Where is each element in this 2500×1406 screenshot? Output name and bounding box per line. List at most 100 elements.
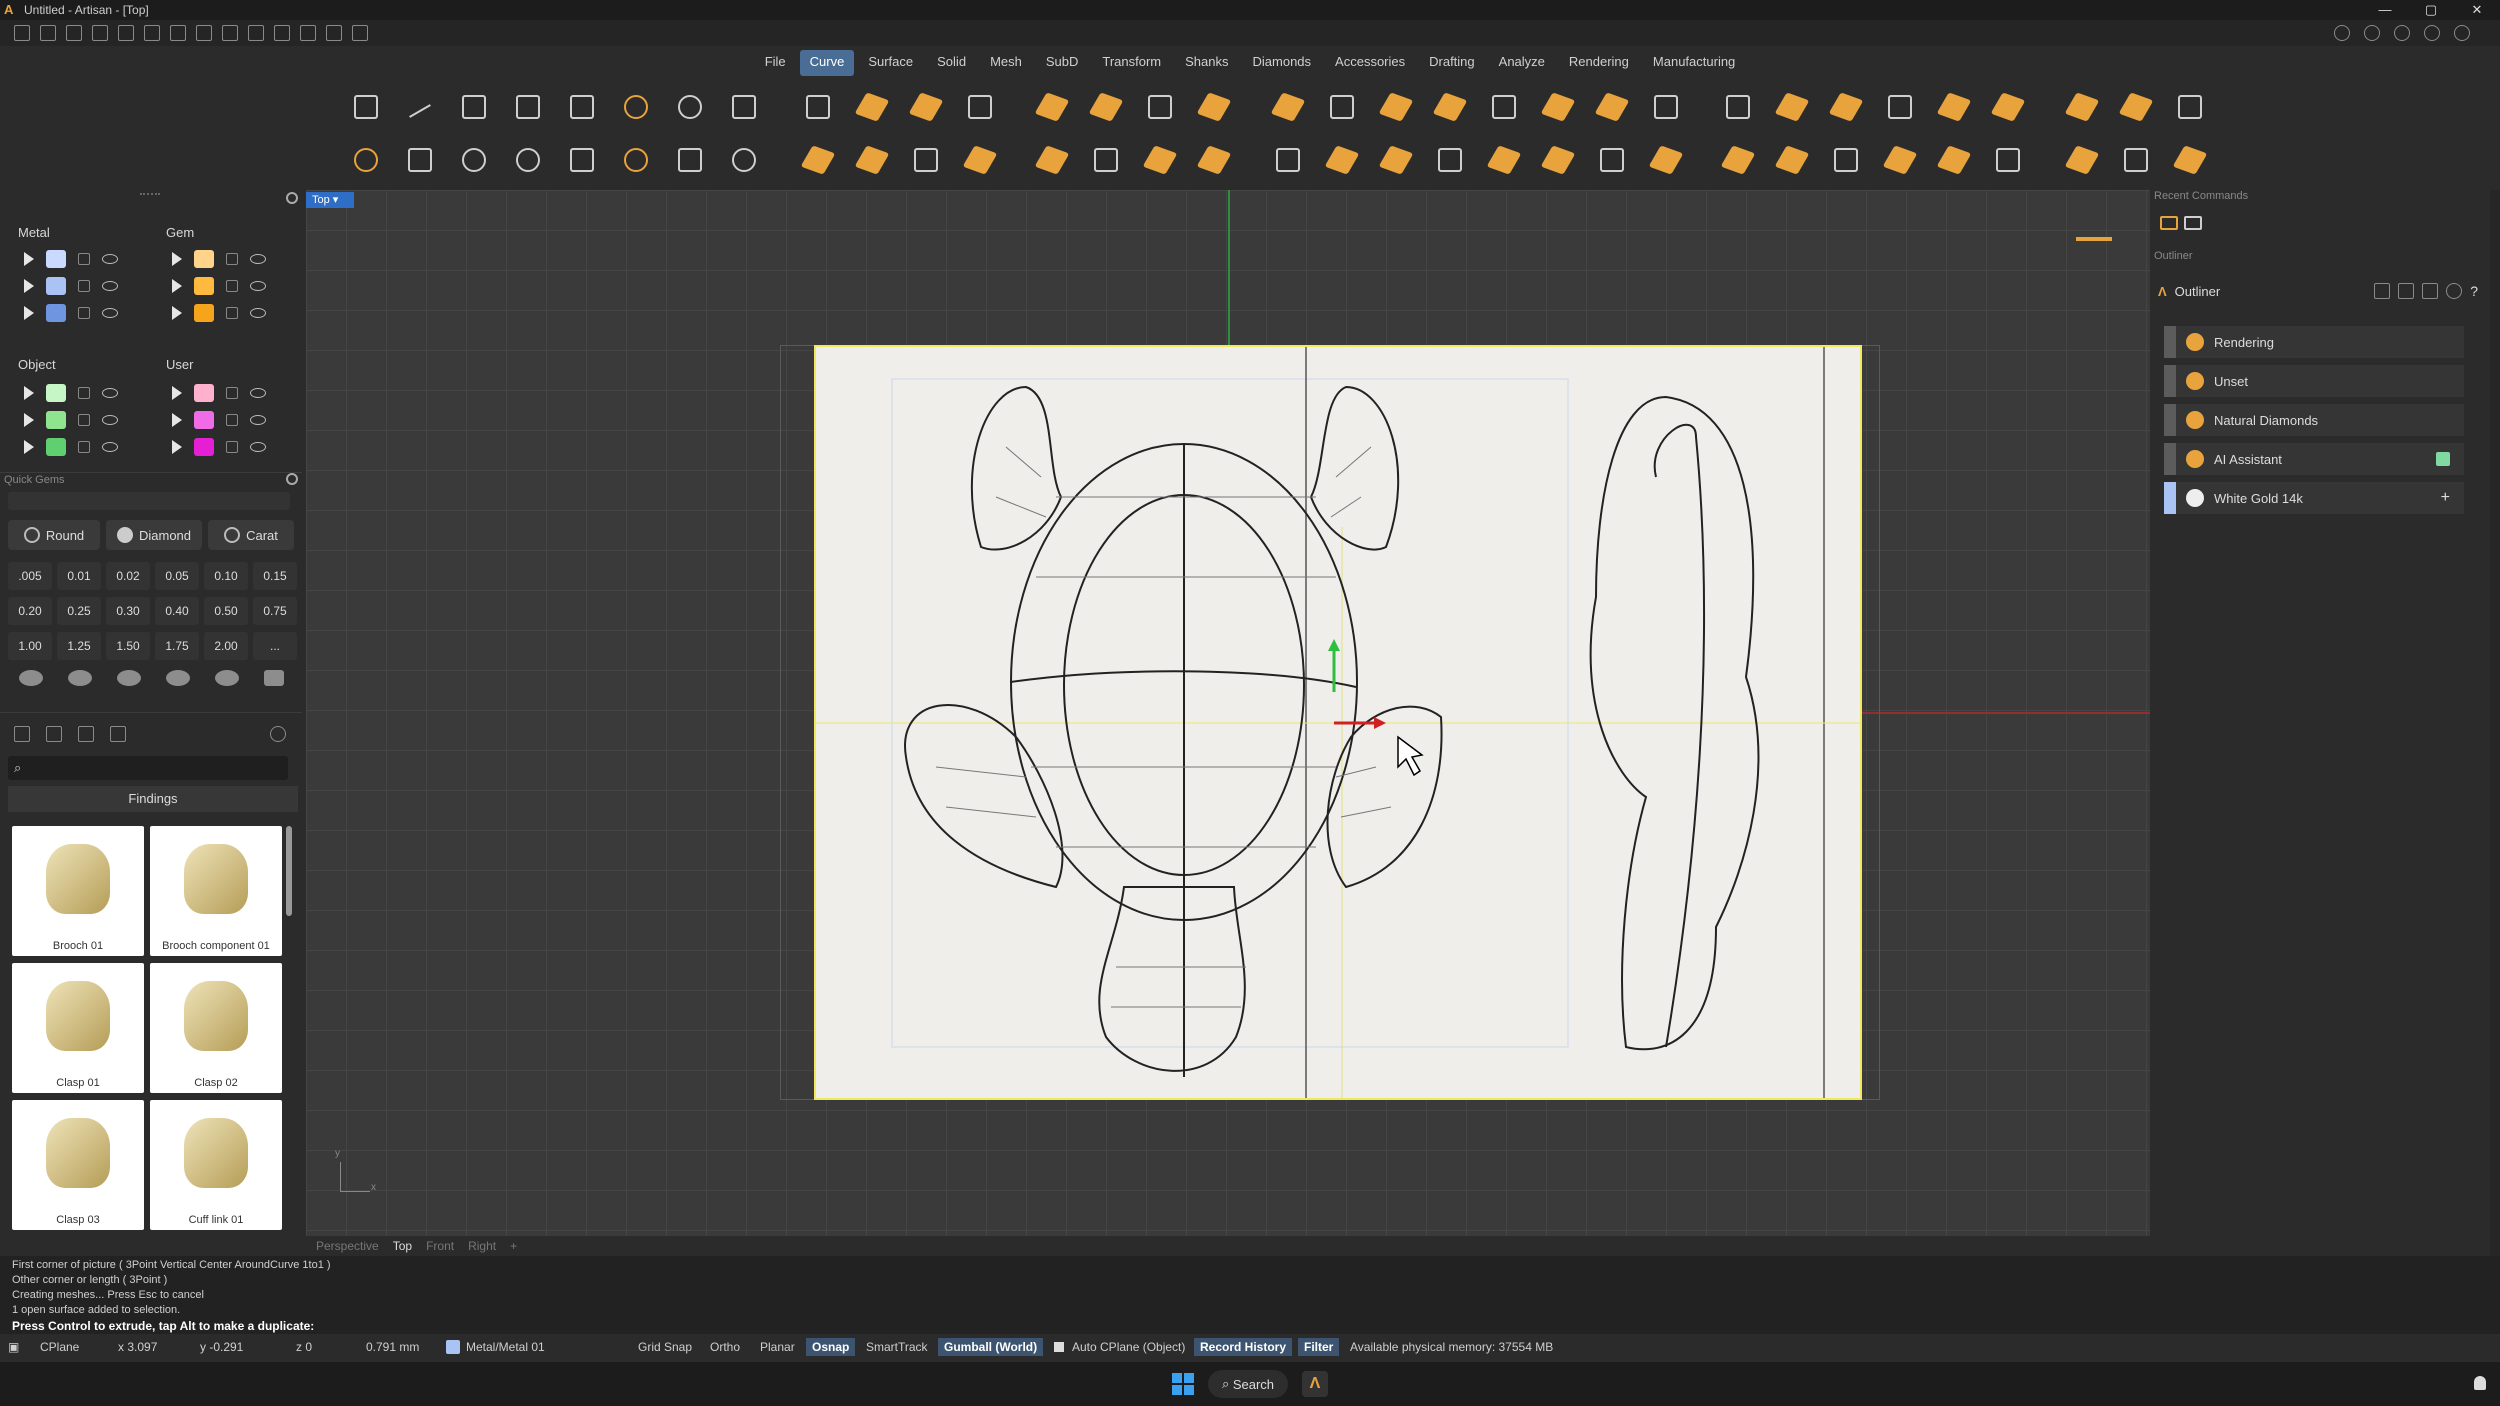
layer-color-swatch[interactable] bbox=[46, 384, 66, 402]
lock-icon[interactable] bbox=[226, 414, 238, 426]
trim-tool-icon[interactable] bbox=[1030, 85, 1074, 129]
text-tool-icon[interactable] bbox=[904, 85, 948, 129]
osnap-toggle[interactable]: Osnap bbox=[806, 1338, 856, 1356]
gem-size-button[interactable]: 0.40 bbox=[155, 597, 199, 625]
surface-alt-tool-icon[interactable] bbox=[1986, 138, 2030, 182]
play-icon[interactable] bbox=[172, 279, 182, 293]
curve-tool-icon[interactable] bbox=[560, 85, 604, 129]
export-icon[interactable] bbox=[222, 25, 238, 41]
point-tool-icon[interactable] bbox=[344, 85, 388, 129]
panel-grip[interactable] bbox=[140, 193, 160, 196]
cage-tool-icon[interactable] bbox=[668, 138, 712, 182]
eye-icon[interactable] bbox=[250, 415, 266, 425]
ellipse-tool-icon[interactable] bbox=[452, 138, 496, 182]
recent-command-icon[interactable] bbox=[2184, 216, 2202, 230]
diamond-material-button[interactable]: Diamond bbox=[106, 520, 202, 550]
menu-tab-analyze[interactable]: Analyze bbox=[1489, 50, 1555, 76]
play-icon[interactable] bbox=[172, 413, 182, 427]
panel-settings-icon[interactable] bbox=[286, 192, 298, 204]
blend-tool-icon[interactable] bbox=[1374, 85, 1418, 129]
account-icon[interactable] bbox=[2424, 25, 2440, 41]
lock-icon[interactable] bbox=[78, 414, 90, 426]
menu-tab-surface[interactable]: Surface bbox=[858, 50, 923, 76]
box-tool-icon[interactable] bbox=[1932, 85, 1976, 129]
new-file-icon[interactable] bbox=[14, 25, 30, 41]
outliner-row[interactable]: Natural Diamonds bbox=[2164, 404, 2464, 436]
close-button[interactable]: ✕ bbox=[2454, 0, 2500, 20]
layer-color-swatch[interactable] bbox=[194, 250, 214, 268]
cut-tool-icon[interactable] bbox=[1878, 85, 1922, 129]
layer-row-metal[interactable] bbox=[24, 273, 118, 299]
project-tool-icon[interactable] bbox=[1644, 85, 1688, 129]
navigation-gizmo[interactable] bbox=[2076, 232, 2116, 246]
outliner-row[interactable]: Unset bbox=[2164, 365, 2464, 397]
fillet-tool-icon[interactable] bbox=[1266, 85, 1310, 129]
rebuild-alt-tool-icon[interactable] bbox=[1590, 138, 1634, 182]
outliner-row[interactable]: Rendering bbox=[2164, 326, 2464, 358]
library-grid-icon[interactable] bbox=[110, 726, 126, 742]
gem-size-button[interactable]: 0.50 bbox=[204, 597, 248, 625]
menu-tab-file[interactable]: File bbox=[755, 50, 796, 76]
play-icon[interactable] bbox=[24, 413, 34, 427]
layer-color-swatch[interactable] bbox=[46, 304, 66, 322]
trim-alt-tool-icon[interactable] bbox=[1030, 138, 1074, 182]
eye-icon[interactable] bbox=[102, 281, 118, 291]
refresh-icon[interactable] bbox=[2446, 283, 2463, 299]
layer-row-user[interactable] bbox=[172, 434, 266, 460]
gem-size-button[interactable]: 1.25 bbox=[57, 632, 101, 660]
paint-alt-tool-icon[interactable] bbox=[2060, 138, 2104, 182]
library-item[interactable]: Clasp 03 bbox=[12, 1100, 144, 1230]
gumball-toggle[interactable]: Gumball (World) bbox=[938, 1338, 1044, 1356]
move-points-icon[interactable] bbox=[326, 25, 342, 41]
viewport-tab-right[interactable]: Right bbox=[468, 1239, 496, 1253]
gem-size-button[interactable]: 0.05 bbox=[155, 562, 199, 590]
layer-color-swatch[interactable] bbox=[194, 304, 214, 322]
lock-icon[interactable] bbox=[226, 253, 238, 265]
play-icon[interactable] bbox=[24, 279, 34, 293]
menu-tab-drafting[interactable]: Drafting bbox=[1419, 50, 1485, 76]
library-folder-icon[interactable] bbox=[14, 726, 30, 742]
viewport-tab-add[interactable]: + bbox=[510, 1239, 517, 1253]
lock-icon[interactable] bbox=[78, 387, 90, 399]
record-history-toggle[interactable]: Record History bbox=[1194, 1338, 1293, 1356]
arc-3pt-tool-icon[interactable] bbox=[560, 138, 604, 182]
planar-toggle[interactable]: Planar bbox=[760, 1338, 795, 1356]
cut-alt-tool-icon[interactable] bbox=[1878, 138, 1922, 182]
eye-icon[interactable] bbox=[102, 442, 118, 452]
gem-size-button[interactable]: 0.30 bbox=[106, 597, 150, 625]
extend-alt-tool-icon[interactable] bbox=[1482, 138, 1526, 182]
viewport-tab-top[interactable]: Top bbox=[393, 1239, 412, 1253]
layer-row-gem[interactable] bbox=[172, 246, 266, 272]
layer-row-user[interactable] bbox=[172, 407, 266, 433]
lock-icon[interactable] bbox=[78, 307, 90, 319]
maximize-button[interactable]: ▢ bbox=[2408, 0, 2454, 20]
gumball-move-alt-tool-icon[interactable] bbox=[1084, 138, 1128, 182]
menu-tab-rendering[interactable]: Rendering bbox=[1559, 50, 1639, 76]
auto-cplane-toggle[interactable]: Auto CPlane (Object) bbox=[1072, 1338, 1185, 1356]
gem-size-button[interactable]: 2.00 bbox=[204, 632, 248, 660]
windows-start-icon[interactable] bbox=[1172, 1373, 1194, 1395]
lock-icon[interactable] bbox=[78, 280, 90, 292]
gem-size-button[interactable]: 0.01 bbox=[57, 562, 101, 590]
eye-icon[interactable] bbox=[250, 442, 266, 452]
gem-shape-emerald-icon[interactable] bbox=[215, 670, 239, 686]
extrude-alt-tool-icon[interactable] bbox=[2168, 138, 2212, 182]
morph-alt-tool-icon[interactable] bbox=[2114, 138, 2158, 182]
text-alt-tool-icon[interactable] bbox=[904, 138, 948, 182]
gem-size-button[interactable]: 0.75 bbox=[253, 597, 297, 625]
cplane-indicator[interactable]: CPlane bbox=[40, 1338, 79, 1356]
bend-tool-icon[interactable] bbox=[1770, 85, 1814, 129]
eye-icon[interactable] bbox=[250, 254, 266, 264]
help-icon[interactable] bbox=[2454, 25, 2470, 41]
add-icon[interactable]: + bbox=[2441, 489, 2450, 507]
ring-size-alt-tool-icon[interactable] bbox=[1716, 138, 1760, 182]
bend-alt-tool-icon[interactable] bbox=[1770, 138, 1814, 182]
chamfer-tool-icon[interactable] bbox=[1320, 85, 1364, 129]
open-folder-icon[interactable] bbox=[66, 25, 82, 41]
profile-tool-icon[interactable] bbox=[1824, 85, 1868, 129]
menu-tab-shanks[interactable]: Shanks bbox=[1175, 50, 1238, 76]
info-icon[interactable] bbox=[2364, 25, 2380, 41]
artisan-app-icon[interactable]: Λ bbox=[1302, 1371, 1328, 1397]
project-alt-tool-icon[interactable] bbox=[1644, 138, 1688, 182]
polygon-arrow-tool-icon[interactable] bbox=[506, 85, 550, 129]
